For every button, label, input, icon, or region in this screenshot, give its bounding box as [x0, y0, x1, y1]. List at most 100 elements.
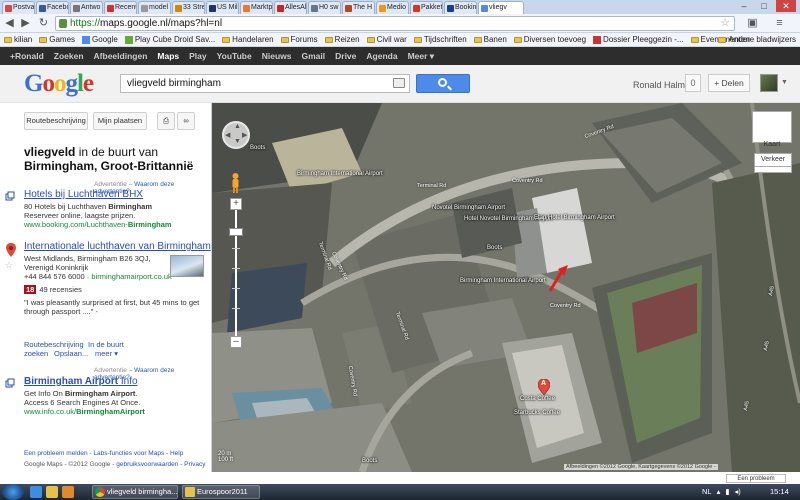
map-label[interactable]: Boots [362, 458, 377, 465]
reviews[interactable]: 18 49 recensies [24, 285, 82, 294]
media-icon[interactable] [62, 486, 74, 498]
address-bar[interactable]: https://maps.google.nl/maps?hl=nl ☆ [55, 16, 735, 31]
privacy-link[interactable]: Privacy [184, 461, 205, 468]
ad-url[interactable]: www.booking.com/Luchthaven-Birmingham [24, 220, 172, 229]
map-label[interactable]: Starbucks Coffee [514, 410, 560, 417]
zoom-handle[interactable] [229, 228, 243, 236]
map-pin-icon[interactable] [6, 243, 16, 257]
gbar-calendar[interactable]: Agenda [366, 51, 397, 61]
gbar-more[interactable]: Meer ▾ [408, 51, 435, 62]
traffic-dropdown[interactable] [754, 167, 792, 173]
chevron-left-icon[interactable]: ◀ [225, 131, 230, 139]
close-button[interactable]: ✕ [776, 0, 796, 12]
gbar-profile[interactable]: +Ronald [10, 51, 44, 61]
gbar-news[interactable]: Nieuws [262, 51, 292, 61]
extension-icon[interactable]: ▣ [745, 16, 760, 31]
gbar-drive[interactable]: Drive [335, 51, 356, 61]
nearby-link[interactable]: In de buurt [88, 340, 124, 349]
language-indicator[interactable]: NL [702, 487, 712, 496]
map-type-thumbnail[interactable] [752, 111, 792, 143]
print-icon[interactable]: ⎙ [157, 112, 175, 130]
google-logo[interactable]: Google [24, 70, 94, 98]
bookmark-item[interactable]: Handelaren [222, 35, 274, 44]
labs-link[interactable]: Labs-functies voor Maps [93, 450, 164, 457]
browser-tab[interactable]: Bookin [444, 1, 477, 14]
gbar-maps[interactable]: Maps [157, 51, 179, 61]
result-photo[interactable] [170, 255, 204, 277]
gbar-gmail[interactable]: Gmail [302, 51, 326, 61]
map-label[interactable]: Costa Coffee [520, 396, 555, 403]
chevron-up-icon[interactable]: ▲ [234, 123, 241, 130]
ad-title[interactable]: Hotels bij Luchthaven BHX [24, 189, 143, 200]
tray-arrow-icon[interactable]: ▴ [717, 487, 721, 496]
bookmark-item[interactable]: Forums [280, 35, 318, 44]
zoom-slider[interactable]: + – [229, 198, 243, 348]
bookmark-item[interactable]: Diversen toevoeg [513, 35, 586, 44]
chevron-right-icon[interactable]: ▶ [242, 131, 247, 139]
volume-icon[interactable]: ◂) [735, 487, 741, 496]
notification-count[interactable]: 0 [685, 74, 701, 92]
bookmark-item[interactable]: Play Cube Droid Sav... [124, 35, 215, 44]
taskbar-app-chrome[interactable]: vliegveld birmingha... [92, 485, 178, 499]
pan-control[interactable]: ▲ ▼ ◀ ▶ [222, 121, 250, 149]
browser-tab[interactable]: Marktp [240, 1, 273, 14]
pegman-icon[interactable] [231, 173, 240, 193]
map-label[interactable]: Boots [250, 145, 265, 152]
browser-tab[interactable]: AllesAl [274, 1, 307, 14]
report-problem-link[interactable]: Een probleem melden [24, 450, 88, 457]
browser-tab[interactable]: model [138, 1, 171, 14]
network-icon[interactable]: ▮ [725, 487, 729, 496]
bookmark-item[interactable]: Dossier Pleeggezin -... [593, 35, 684, 44]
star-icon[interactable]: ☆ [5, 260, 13, 271]
more-link[interactable]: meer ▾ [95, 349, 118, 358]
result-site-link[interactable]: birminghamairport.co.uk [91, 272, 171, 281]
browser-tab-active[interactable]: vliegv [478, 1, 524, 14]
zoom-in-button[interactable]: + [230, 198, 242, 210]
avatar[interactable] [760, 74, 778, 92]
browser-tab[interactable]: H0 sw [308, 1, 341, 14]
wrench-icon[interactable]: ≡ [772, 16, 787, 31]
map-label[interactable]: Etap Hotel Birmingham Airport [534, 215, 615, 222]
bookmark-item[interactable]: Banen [473, 35, 507, 44]
browser-tab[interactable]: 33 Stre [172, 1, 205, 14]
chevron-down-icon[interactable]: ▼ [781, 79, 788, 86]
ad-url[interactable]: www.info.co.uk/BirminghamAirport [24, 407, 145, 416]
minimize-button[interactable]: – [734, 0, 754, 12]
traffic-button[interactable]: Verkeer [754, 153, 792, 167]
browser-tab[interactable]: Pakket [410, 1, 443, 14]
browser-tab[interactable]: Postvak [2, 1, 35, 14]
maximize-button[interactable]: □ [754, 0, 774, 12]
result-title[interactable]: Internationale luchthaven van Birmingham [24, 241, 211, 252]
folder-icon[interactable] [46, 486, 58, 498]
map-label[interactable]: Birmingham International Airport [460, 278, 546, 285]
terms-link[interactable]: gebruiksvoorwaarden [116, 461, 178, 468]
gbar-images[interactable]: Afbeeldingen [94, 51, 148, 61]
map-marker[interactable]: A [538, 379, 550, 395]
user-name[interactable]: Ronald Halma [633, 80, 690, 90]
reload-icon[interactable]: ↻ [36, 16, 51, 31]
bookmark-item[interactable]: Games [39, 35, 75, 44]
gbar-play[interactable]: Play [189, 51, 207, 61]
link-icon[interactable]: ∞ [177, 112, 195, 130]
zoom-out-button[interactable]: – [230, 336, 242, 348]
ie-icon[interactable] [30, 486, 42, 498]
search-button[interactable] [416, 74, 470, 93]
browser-tab[interactable]: Facebo [36, 1, 69, 14]
report-problem-button[interactable]: Een probleem melden [726, 474, 786, 491]
browser-tab[interactable]: US Mil [206, 1, 239, 14]
browser-tab[interactable]: Medio [376, 1, 409, 14]
bookmark-item[interactable]: Tijdschriften [413, 35, 467, 44]
map-label[interactable]: Novotel Birmingham Airport [432, 205, 505, 212]
clock[interactable]: 15:14 [770, 487, 789, 496]
ad-title[interactable]: Birmingham Airport Info [24, 376, 138, 387]
back-icon[interactable]: ◀ [2, 16, 17, 31]
my-places-button[interactable]: Mijn plaatsen [93, 112, 147, 130]
forward-icon[interactable]: ▶ [18, 16, 33, 31]
other-bookmarks[interactable]: Andere bladwijzers [718, 35, 796, 44]
chevron-down-icon[interactable]: ▼ [234, 138, 241, 145]
map-label[interactable]: Boots [487, 245, 502, 252]
bookmark-item[interactable]: Civil war [366, 35, 407, 44]
search-link[interactable]: zoeken [24, 349, 48, 358]
star-icon[interactable]: ☆ [720, 17, 730, 30]
browser-tab[interactable]: The H [342, 1, 375, 14]
